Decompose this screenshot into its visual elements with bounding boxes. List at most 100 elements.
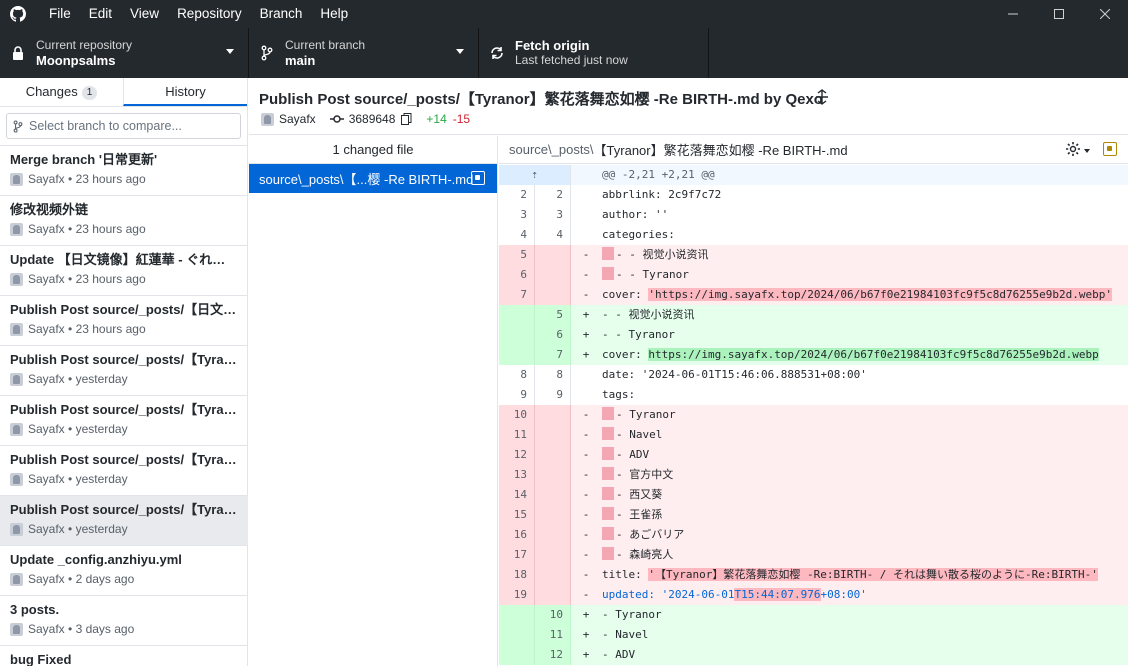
- commit-list-item-selected[interactable]: Publish Post source/_posts/【Tyranor】… Sa…: [0, 496, 248, 546]
- fetch-origin-label: Fetch origin: [515, 38, 590, 53]
- commit-meta: Sayafx 3689648 +14 -15: [261, 112, 470, 126]
- maximize-icon[interactable]: [1036, 0, 1082, 28]
- branch-compare-placeholder: Select branch to compare...: [29, 119, 182, 133]
- old-line-number: [499, 625, 535, 645]
- commit-list-item[interactable]: Publish Post source/_posts/【Tyranor】… Sa…: [0, 446, 248, 496]
- diff-line: 11 - - Navel: [499, 425, 1128, 445]
- fetch-origin-button[interactable]: Fetch origin Last fetched just now: [479, 28, 709, 78]
- diff-line-code: - 官方中文: [593, 465, 673, 485]
- file-modified-icon: [471, 171, 485, 185]
- current-repository-name: Moonpsalms: [36, 53, 116, 68]
- commit-author: Sayafx: [28, 422, 65, 436]
- current-repository-button[interactable]: Current repository Moonpsalms: [0, 28, 249, 78]
- diff-line-code: - Navel: [593, 425, 662, 445]
- old-line-number: 6: [499, 265, 535, 285]
- diff-line-marker: -: [582, 568, 590, 581]
- changed-files-header: 1 changed file: [249, 136, 498, 164]
- new-line-number: [535, 565, 571, 585]
- diff-line-text: author: '': [602, 208, 669, 221]
- diff-line-marker: -: [582, 548, 590, 561]
- menu-file[interactable]: File: [40, 0, 80, 28]
- commit-list-item[interactable]: 修改视频外链 Sayafx • 23 hours ago: [0, 196, 248, 246]
- menu-view[interactable]: View: [121, 0, 168, 28]
- diff-line-text: - ADV: [602, 648, 636, 661]
- diff-line-text: - - 视觉小说资讯: [602, 308, 695, 321]
- diff-line: 12 - - ADV: [499, 445, 1128, 465]
- changed-file-item[interactable]: source\_posts\【...樱 -Re BIRTH-.md: [249, 164, 497, 193]
- minimize-icon[interactable]: [990, 0, 1036, 28]
- old-line-number: [499, 645, 535, 665]
- old-line-number: [499, 305, 535, 325]
- avatar: [10, 222, 23, 236]
- commit-list-item[interactable]: Merge branch '日常更新' Sayafx • 23 hours ag…: [0, 146, 248, 196]
- old-line-number: 16: [499, 525, 535, 545]
- diff-line-code: - - 视觉小说资讯: [593, 305, 695, 325]
- menu-help[interactable]: Help: [311, 0, 357, 28]
- menu-branch[interactable]: Branch: [251, 0, 312, 28]
- diff-line: 6 - - - Tyranor: [499, 265, 1128, 285]
- menu-edit[interactable]: Edit: [80, 0, 121, 28]
- commit-list-item[interactable]: Publish Post source/_posts/【Tyranor】… Sa…: [0, 346, 248, 396]
- commit-time: yesterday: [75, 422, 128, 436]
- close-icon[interactable]: [1082, 0, 1128, 28]
- diff-line: 17 - - 森崎亮人: [499, 545, 1128, 565]
- diff-line: 13 - - 官方中文: [499, 465, 1128, 485]
- diff-line-code: author: '': [593, 205, 668, 225]
- diff-line-text: date: '2024-06-01T15:46:06.888531+08:00': [602, 368, 867, 381]
- diff-line-marker: -: [582, 408, 590, 421]
- old-line-number: [499, 325, 535, 345]
- whitespace-change-marker: [602, 447, 614, 460]
- commit-list-item[interactable]: 3 posts. Sayafx • 3 days ago: [0, 596, 248, 646]
- commit-list-item[interactable]: Update 【日文镜像】紅蓮華 - ぐれんか Gurenka… Sayafx …: [0, 246, 248, 296]
- commit-summary: Publish Post source/_posts/【Tyranor】…: [10, 502, 238, 517]
- commit-list-item[interactable]: Publish Post source/_posts/【日文镜像】… Sayaf…: [0, 296, 248, 346]
- whitespace-change-marker: [602, 487, 614, 500]
- commit-list-item[interactable]: Publish Post source/_posts/【Tyranor】… Sa…: [0, 396, 248, 446]
- diff-line-marker: -: [582, 528, 590, 541]
- new-line-number: 2: [535, 185, 571, 205]
- new-line-number: [535, 485, 571, 505]
- diff-line-code: - ADV: [593, 445, 649, 465]
- branch-compare-input[interactable]: Select branch to compare...: [6, 113, 241, 139]
- diff-line: 9 9 tags:: [499, 385, 1128, 405]
- diff-line-marker: -: [582, 288, 590, 301]
- diff-line-code: - Tyranor: [593, 405, 676, 425]
- diff-line-marker: +: [582, 348, 590, 361]
- diff-line-text: - ADV: [616, 448, 650, 461]
- current-branch-button[interactable]: Current branch main: [249, 28, 479, 78]
- diff-line-text: tags:: [602, 388, 636, 401]
- diff-line: 10 + - Tyranor: [499, 605, 1128, 625]
- expand-icon[interactable]: [815, 89, 829, 108]
- menu-repository[interactable]: Repository: [168, 0, 251, 28]
- diff-line: 5 - - - 视觉小说资讯: [499, 245, 1128, 265]
- diff-settings-button[interactable]: [1065, 141, 1090, 160]
- diff-line-marker: [579, 185, 593, 205]
- current-branch-name: main: [285, 53, 316, 68]
- diff-line-code: - - 视觉小说资讯: [593, 245, 709, 265]
- diff-path-dir: source\_posts\: [509, 142, 594, 157]
- diff-line: 7 - cover: 'https://img.sayafx.top/2024/06…: [499, 285, 1128, 305]
- diff-line: 2 2 abbrlink: 2c9f7c72: [499, 185, 1128, 205]
- expand-up-icon[interactable]: ⇡: [499, 165, 571, 185]
- diff-view: ⇡ @@ -2,21 +2,21 @@ 2 2 abbrlink: 2c9f7c72 3 3…: [499, 165, 1128, 666]
- tab-history[interactable]: History: [123, 78, 247, 106]
- commit-title: Publish Post source/_posts/【Tyranor】繁花落舞…: [259, 91, 823, 108]
- diff-line-code: - あごバリア: [593, 525, 684, 545]
- diff-line-code: - 西又葵: [593, 485, 662, 505]
- diff-line-marker: +: [582, 628, 590, 641]
- diff-line-code: categories:: [593, 225, 675, 245]
- title-bar: File Edit View Repository Branch Help: [0, 0, 1128, 28]
- github-logo-icon: [10, 6, 26, 22]
- copy-icon[interactable]: [401, 113, 412, 125]
- commit-summary: Publish Post source/_posts/【Tyranor】…: [10, 402, 238, 417]
- diff-line-text: - 官方中文: [616, 468, 674, 481]
- sidebar-tabs: Changes 1 History: [0, 78, 247, 107]
- old-line-number: 15: [499, 505, 535, 525]
- old-line-number: 13: [499, 465, 535, 485]
- commit-list-item[interactable]: bug Fixed: [0, 646, 248, 666]
- avatar: [10, 272, 23, 286]
- commit-list-item[interactable]: Update _config.anzhiyu.yml Sayafx • 2 da…: [0, 546, 248, 596]
- commit-author: Sayafx: [28, 372, 65, 386]
- tab-changes[interactable]: Changes 1: [0, 78, 123, 106]
- new-line-number: [535, 445, 571, 465]
